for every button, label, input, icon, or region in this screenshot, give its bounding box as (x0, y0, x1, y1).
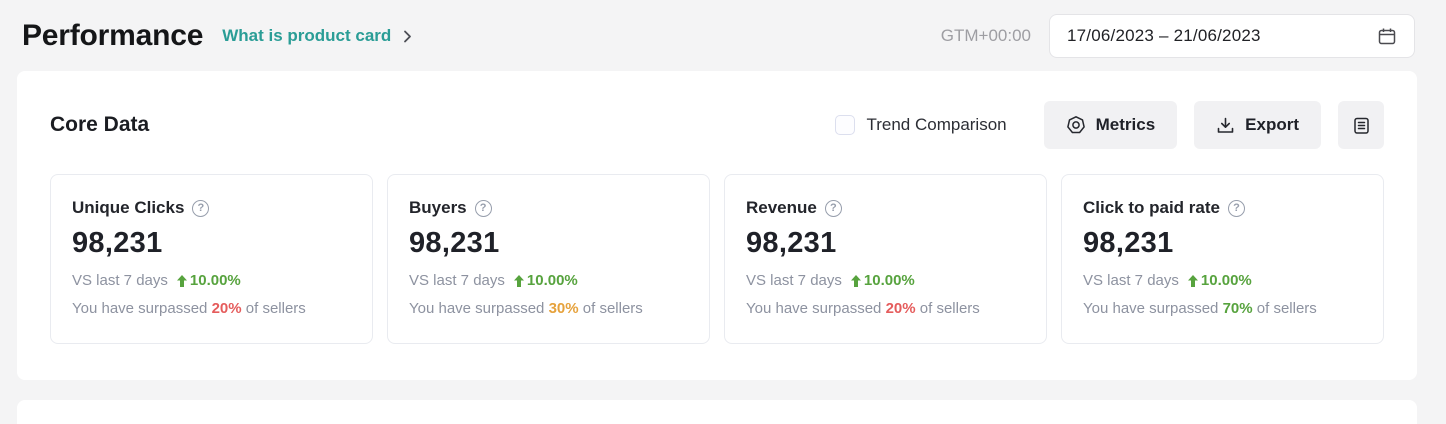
surpass-line: You have surpassed 20% of sellers (72, 300, 351, 317)
page-header: Performance What is product card GTM+00:… (0, 0, 1446, 58)
surpass-percent: 20% (212, 300, 242, 317)
vs-change-value: 10.00% (190, 272, 241, 289)
metric-label: Buyers (409, 198, 467, 218)
vs-change-value: 10.00% (527, 272, 578, 289)
vs-change-value: 10.00% (1201, 272, 1252, 289)
date-range-value: 17/06/2023 – 21/06/2023 (1067, 26, 1261, 46)
metric-card-revenue: Revenue ? 98,231 VS last 7 days 10.00% Y… (724, 174, 1047, 344)
core-data-panel: Core Data Trend Comparison Metrics (17, 71, 1417, 380)
metric-card-unique-clicks: Unique Clicks ? 98,231 VS last 7 days 10… (50, 174, 373, 344)
chevron-right-icon (402, 29, 413, 44)
vs-label: VS last 7 days (72, 272, 168, 289)
surpass-line: You have surpassed 70% of sellers (1083, 300, 1362, 317)
arrow-up-icon (514, 275, 524, 287)
metric-card-click-to-paid-rate: Click to paid rate ? 98,231 VS last 7 da… (1061, 174, 1384, 344)
metric-value: 98,231 (746, 227, 1025, 260)
metric-cards-row: Unique Clicks ? 98,231 VS last 7 days 10… (50, 174, 1384, 344)
report-button[interactable] (1338, 101, 1384, 149)
trend-comparison-checkbox[interactable] (835, 115, 855, 135)
metric-card-buyers: Buyers ? 98,231 VS last 7 days 10.00% Yo… (387, 174, 710, 344)
vs-change-value: 10.00% (864, 272, 915, 289)
arrow-up-icon (177, 275, 187, 287)
vs-label: VS last 7 days (409, 272, 505, 289)
surpass-line: You have surpassed 30% of sellers (409, 300, 688, 317)
report-clipboard-icon (1353, 116, 1370, 135)
metric-value: 98,231 (72, 227, 351, 260)
trend-comparison-label: Trend Comparison (866, 115, 1006, 135)
download-icon (1216, 116, 1235, 135)
vs-label: VS last 7 days (1083, 272, 1179, 289)
header-right-group: GTM+00:00 17/06/2023 – 21/06/2023 (941, 14, 1415, 58)
metrics-button[interactable]: Metrics (1044, 101, 1178, 149)
metric-label: Click to paid rate (1083, 198, 1220, 218)
arrow-up-icon (1188, 275, 1198, 287)
surpass-line: You have surpassed 20% of sellers (746, 300, 1025, 317)
surpass-percent: 20% (886, 300, 916, 317)
section-title: Core Data (50, 113, 149, 137)
date-range-picker[interactable]: 17/06/2023 – 21/06/2023 (1049, 14, 1415, 58)
help-icon[interactable]: ? (475, 200, 492, 217)
help-icon[interactable]: ? (825, 200, 842, 217)
surpass-percent: 70% (1223, 300, 1253, 317)
surpass-percent: 30% (549, 300, 579, 317)
help-icon[interactable]: ? (1228, 200, 1245, 217)
help-link-label: What is product card (222, 26, 391, 46)
metric-value: 98,231 (1083, 227, 1362, 260)
metric-value: 98,231 (409, 227, 688, 260)
metric-label: Unique Clicks (72, 198, 184, 218)
next-section-panel (17, 400, 1417, 424)
export-button[interactable]: Export (1194, 101, 1321, 149)
export-button-label: Export (1245, 115, 1299, 135)
trend-comparison-toggle[interactable]: Trend Comparison (835, 115, 1006, 135)
core-data-header: Core Data Trend Comparison Metrics (50, 100, 1384, 150)
core-data-controls: Trend Comparison Metrics (835, 101, 1384, 149)
settings-gear-icon (1066, 115, 1086, 135)
timezone-label: GTM+00:00 (941, 26, 1031, 46)
vs-label: VS last 7 days (746, 272, 842, 289)
arrow-up-icon (851, 275, 861, 287)
calendar-icon (1377, 26, 1397, 46)
page-title: Performance (22, 19, 203, 53)
help-icon[interactable]: ? (192, 200, 209, 217)
metrics-button-label: Metrics (1096, 115, 1156, 135)
what-is-product-card-link[interactable]: What is product card (222, 26, 413, 46)
metric-label: Revenue (746, 198, 817, 218)
